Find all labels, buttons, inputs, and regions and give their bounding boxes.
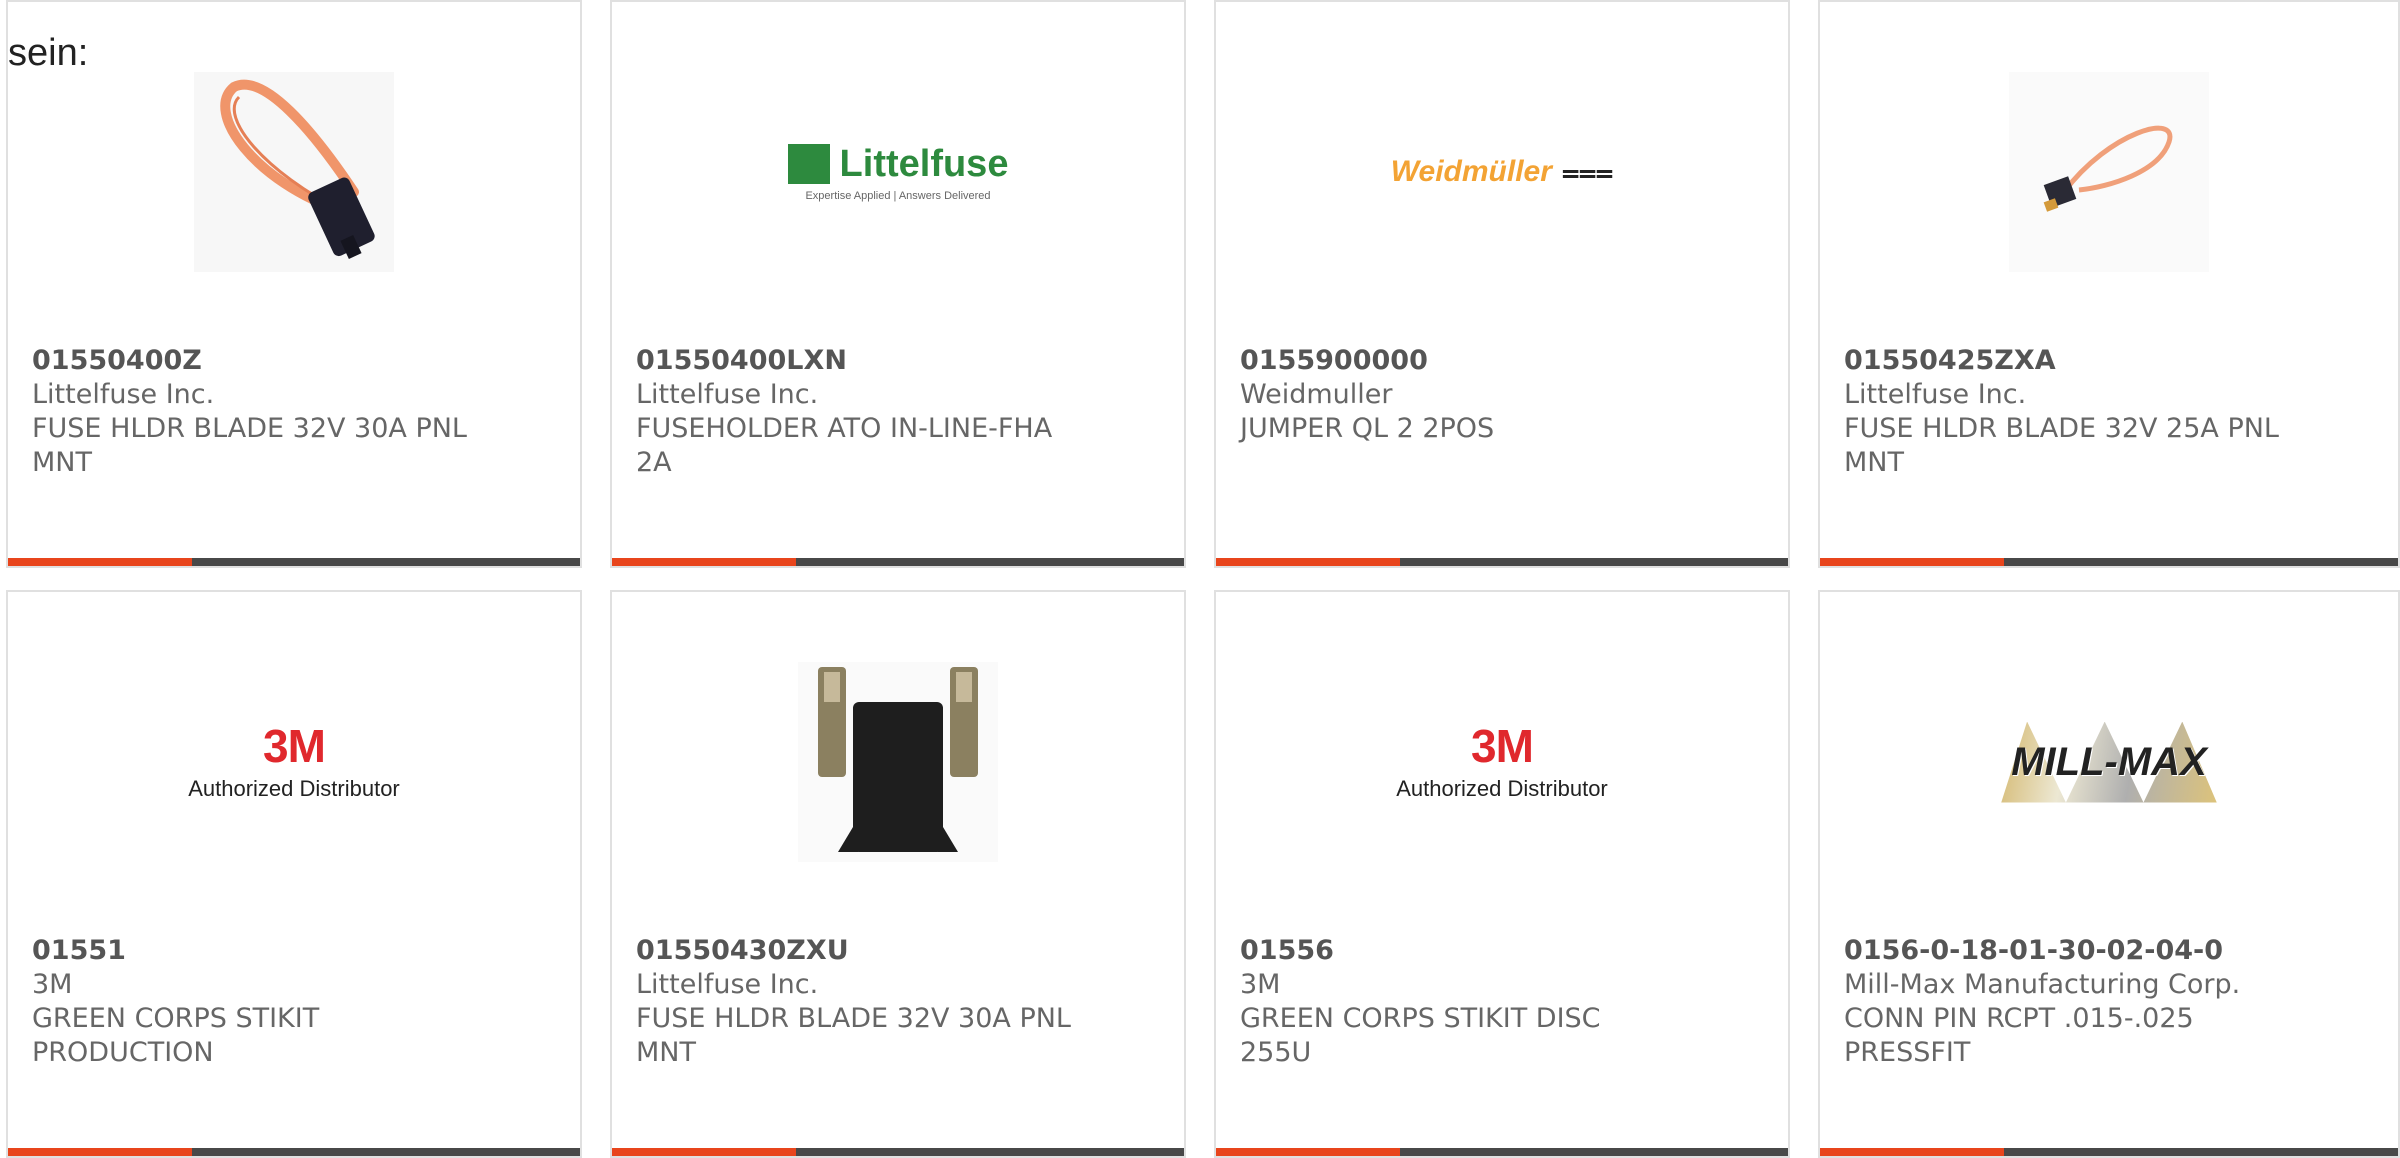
product-card[interactable]: 01550425ZXA Littelfuse Inc. FUSE HLDR BL…	[1818, 0, 2400, 568]
accent-segment	[1216, 1148, 1400, 1156]
description: GREEN CORPS STIKIT PRODUCTION	[32, 1003, 320, 1068]
manufacturer: Mill-Max Manufacturing Corp.	[1844, 969, 2241, 1000]
accent-segment	[8, 558, 192, 566]
card-footer-bar	[612, 1148, 1184, 1156]
card-footer-bar	[1820, 558, 2398, 566]
card-footer-bar	[1216, 1148, 1788, 1156]
littelfuse-logo: Littelfuse Expertise Applied | Answers D…	[787, 143, 1008, 202]
3m-logo: 3M Authorized Distributor	[188, 720, 400, 801]
part-number[interactable]: 01550430ZXU	[636, 934, 1160, 968]
weidmuller-symbol-icon: ⩶	[1561, 155, 1614, 188]
accent-segment	[612, 1148, 796, 1156]
description: FUSE HLDR BLADE 32V 30A PNL MNT	[636, 1003, 1071, 1068]
accent-segment	[612, 558, 796, 566]
product-image: 3M Authorized Distributor	[8, 652, 580, 872]
3m-logo: 3M Authorized Distributor	[1396, 720, 1608, 801]
manufacturer: Littelfuse Inc.	[636, 379, 819, 410]
product-image	[8, 62, 580, 282]
part-number[interactable]: 0155900000	[1240, 344, 1764, 378]
manufacturer: 3M	[32, 969, 73, 1000]
product-image	[1820, 62, 2398, 282]
mill-max-logo: MILL-MAX	[2001, 721, 2217, 803]
weidmuller-logo: Weidmüller ⩶	[1390, 155, 1614, 188]
accent-segment	[1216, 558, 1400, 566]
manufacturer: Weidmuller	[1240, 379, 1393, 410]
product-image: MILL-MAX	[1820, 652, 2398, 872]
part-number[interactable]: 01550425ZXA	[1844, 344, 2374, 378]
product-image: 3M Authorized Distributor	[1216, 652, 1788, 872]
accent-segment	[8, 1148, 192, 1156]
product-image	[612, 652, 1184, 872]
manufacturer: Littelfuse Inc.	[636, 969, 819, 1000]
description: FUSE HLDR BLADE 32V 25A PNL MNT	[1844, 413, 2279, 478]
accent-segment	[1820, 1148, 2004, 1156]
product-card[interactable]: MILL-MAX 0156-0-18-01-30-02-04-0 Mill-Ma…	[1818, 590, 2400, 1158]
manufacturer: Littelfuse Inc.	[1844, 379, 2027, 410]
description: FUSEHOLDER ATO IN-LINE-FHA 2A	[636, 413, 1053, 478]
product-image: Littelfuse Expertise Applied | Answers D…	[612, 62, 1184, 282]
part-number[interactable]: 01550400Z	[32, 344, 556, 378]
manufacturer: Littelfuse Inc.	[32, 379, 215, 410]
product-card[interactable]: Weidmüller ⩶ 0155900000 Weidmuller JUMPE…	[1214, 0, 1790, 568]
accent-segment	[1820, 558, 2004, 566]
product-card[interactable]: Littelfuse Expertise Applied | Answers D…	[610, 0, 1186, 568]
part-number[interactable]: 01556	[1240, 934, 1764, 968]
product-card[interactable]: 3M Authorized Distributor 01556 3M GREEN…	[1214, 590, 1790, 1158]
description: FUSE HLDR BLADE 32V 30A PNL MNT	[32, 413, 467, 478]
card-footer-bar	[8, 558, 580, 566]
fuse-loop-icon	[2009, 72, 2209, 272]
card-footer-bar	[8, 1148, 580, 1156]
manufacturer: 3M	[1240, 969, 1281, 1000]
product-card[interactable]: 01550400Z Littelfuse Inc. FUSE HLDR BLAD…	[6, 0, 582, 568]
fuse-loop-icon	[194, 72, 394, 272]
littelfuse-mark-icon	[787, 144, 830, 184]
product-image: Weidmüller ⩶	[1216, 62, 1788, 282]
product-card[interactable]: 01550430ZXU Littelfuse Inc. FUSE HLDR BL…	[610, 590, 1186, 1158]
card-footer-bar	[612, 558, 1184, 566]
description: JUMPER QL 2 2POS	[1240, 413, 1495, 444]
part-number[interactable]: 0156-0-18-01-30-02-04-0	[1844, 934, 2374, 968]
description: GREEN CORPS STIKIT DISC 255U	[1240, 1003, 1601, 1068]
description: CONN PIN RCPT .015-.025 PRESSFIT	[1844, 1003, 2194, 1068]
lead-text: sein:	[8, 32, 89, 74]
part-number[interactable]: 01551	[32, 934, 556, 968]
fuse-housing-icon	[798, 662, 998, 862]
card-footer-bar	[1216, 558, 1788, 566]
part-number[interactable]: 01550400LXN	[636, 344, 1160, 378]
product-card[interactable]: 3M Authorized Distributor 01551 3M GREEN…	[6, 590, 582, 1158]
card-footer-bar	[1820, 1148, 2398, 1156]
